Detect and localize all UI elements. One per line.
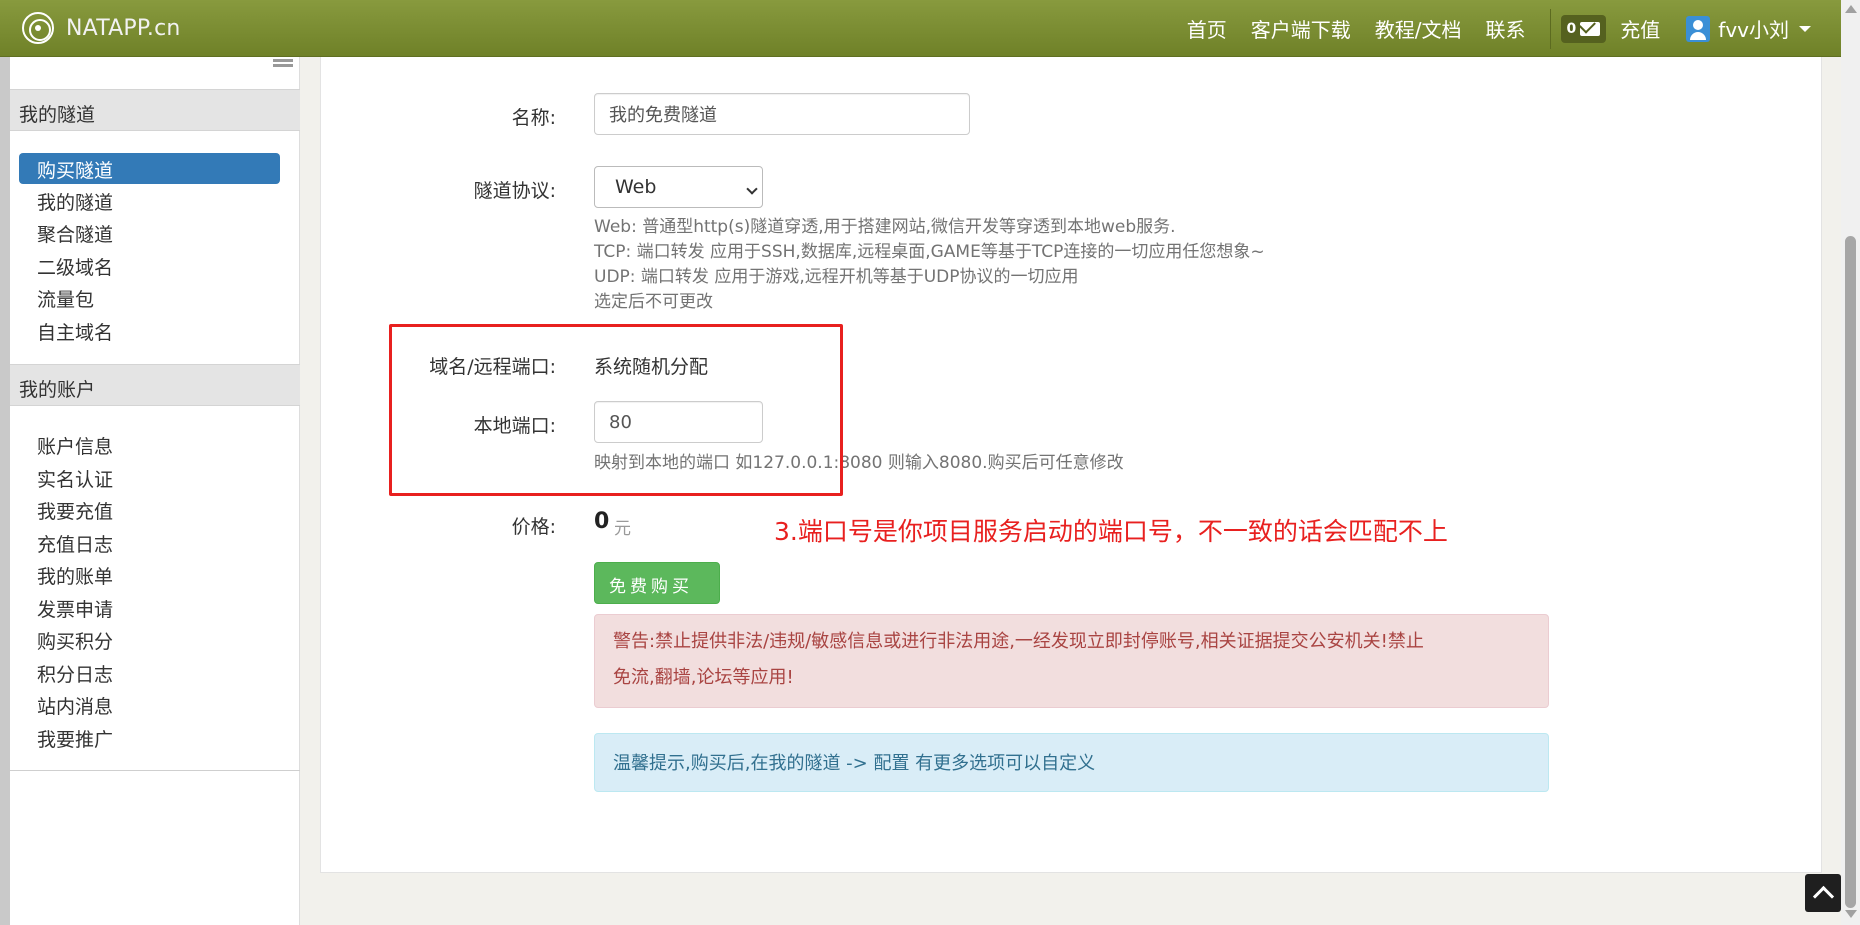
back-to-top-button[interactable] [1805,874,1841,912]
sidebar-item-invoice[interactable]: 发票申请 [19,592,280,623]
price-label: 价格: [511,516,556,538]
nav-divider [1549,8,1551,49]
sidebar-item-messages[interactable]: 站内消息 [19,689,280,720]
warning-line-1: 警告:禁止提供非法/违规/敏感信息或进行非法用途,一经发现立即封停账号,相关证据… [613,631,1424,652]
nav-link-recharge[interactable]: 充值 [1620,14,1660,43]
sidebar-item-my-tunnels[interactable]: 我的隧道 [19,185,280,216]
sidebar-item-buy-points[interactable]: 购买积分 [19,624,280,655]
warning-line-2: 免流,翻墙,论坛等应用! [613,667,794,688]
tip-alert: 温馨提示,购买后,在我的隧道 -> 配置 有更多选项可以自定义 [594,733,1549,792]
user-name: fvv小刘 [1718,18,1789,42]
top-navbar: NATAPP.cn 首页 客户端下载 教程/文档 联系 0 充值 fvv小刘 [0,0,1841,57]
sidebar-item-subdomain[interactable]: 二级域名 [19,250,280,281]
protocol-label: 隧道协议: [473,180,556,202]
user-icon [1686,15,1711,42]
annotation-text: 3.端口号是你项目服务启动的端口号，不一致的话会匹配不上 [774,517,1448,546]
sidebar-header-tunnels: 我的隧道 [10,89,300,131]
sidebar: 我的隧道 购买隧道 我的隧道 聚合隧道 二级域名 流量包 自主域名 我的账户 账… [10,57,300,925]
chevron-down-icon [1799,25,1811,32]
natapp-logo-icon [22,12,54,44]
nav-link-contact[interactable]: 联系 [1486,14,1526,43]
protocol-help-udp: UDP: 端口转发 应用于游戏,远程开机等基于UDP协议的一切应用 [594,267,1079,287]
buy-button[interactable]: 免费购买 [594,562,720,604]
chevron-down-icon [746,183,758,195]
sidebar-item-traffic-pack[interactable]: 流量包 [19,282,280,313]
brand-name: NATAPP.cn [66,15,181,41]
brand[interactable]: NATAPP.cn [22,12,181,44]
protocol-select-value: Web [615,176,657,198]
price-unit: 元 [614,519,631,539]
nav-link-docs[interactable]: 教程/文档 [1375,14,1462,43]
envelope-icon [1580,21,1601,36]
scroll-up-arrow-icon[interactable] [1845,5,1857,13]
nav-link-download[interactable]: 客户端下载 [1251,14,1351,43]
sidebar-item-referral[interactable]: 我要推广 [19,722,280,753]
nav-links: 首页 客户端下载 教程/文档 联系 0 充值 fvv小刘 [1175,0,1841,57]
protocol-help-tcp: TCP: 端口转发 应用于SSH,数据库,远程桌面,GAME等基于TCP连接的一… [594,242,1265,262]
message-count: 0 [1566,20,1577,37]
sidebar-header-account: 我的账户 [10,364,300,406]
sidebar-item-buy-tunnel[interactable]: 购买隧道 [19,153,280,184]
sidebar-item-recharge-log[interactable]: 充值日志 [19,527,280,558]
scrollbar-thumb[interactable] [1845,236,1856,908]
sidebar-item-bills[interactable]: 我的账单 [19,559,280,590]
sidebar-item-verification[interactable]: 实名认证 [19,462,280,493]
user-menu[interactable]: fvv小刘 [1686,14,1811,43]
protocol-help-web: Web: 普通型http(s)隧道穿透,用于搭建网站,微信开发等穿透到本地web… [594,217,1176,237]
name-label: 名称: [511,107,556,129]
sidebar-item-account-info[interactable]: 账户信息 [19,429,280,460]
price-value: 0 [594,509,610,534]
sidebar-divider [10,770,300,771]
sidebar-item-aggregate-tunnel[interactable]: 聚合隧道 [19,217,280,248]
warning-alert: 警告:禁止提供非法/违规/敏感信息或进行非法用途,一经发现立即封停账号,相关证据… [594,614,1549,708]
scroll-down-arrow-icon[interactable] [1845,910,1857,918]
sidebar-item-recharge[interactable]: 我要充值 [19,494,280,525]
sidebar-item-custom-domain[interactable]: 自主域名 [19,315,280,346]
sidebar-rail [0,57,10,925]
protocol-help-note: 选定后不可更改 [594,292,713,312]
tunnel-name-input[interactable] [594,93,970,135]
annotation-highlight-box [389,324,843,496]
messages-button[interactable]: 0 [1560,14,1607,43]
sidebar-collapse-icon[interactable] [273,57,293,73]
nav-link-home[interactable]: 首页 [1187,14,1227,43]
sidebar-item-points-log[interactable]: 积分日志 [19,657,280,688]
protocol-select[interactable]: Web [594,166,763,208]
